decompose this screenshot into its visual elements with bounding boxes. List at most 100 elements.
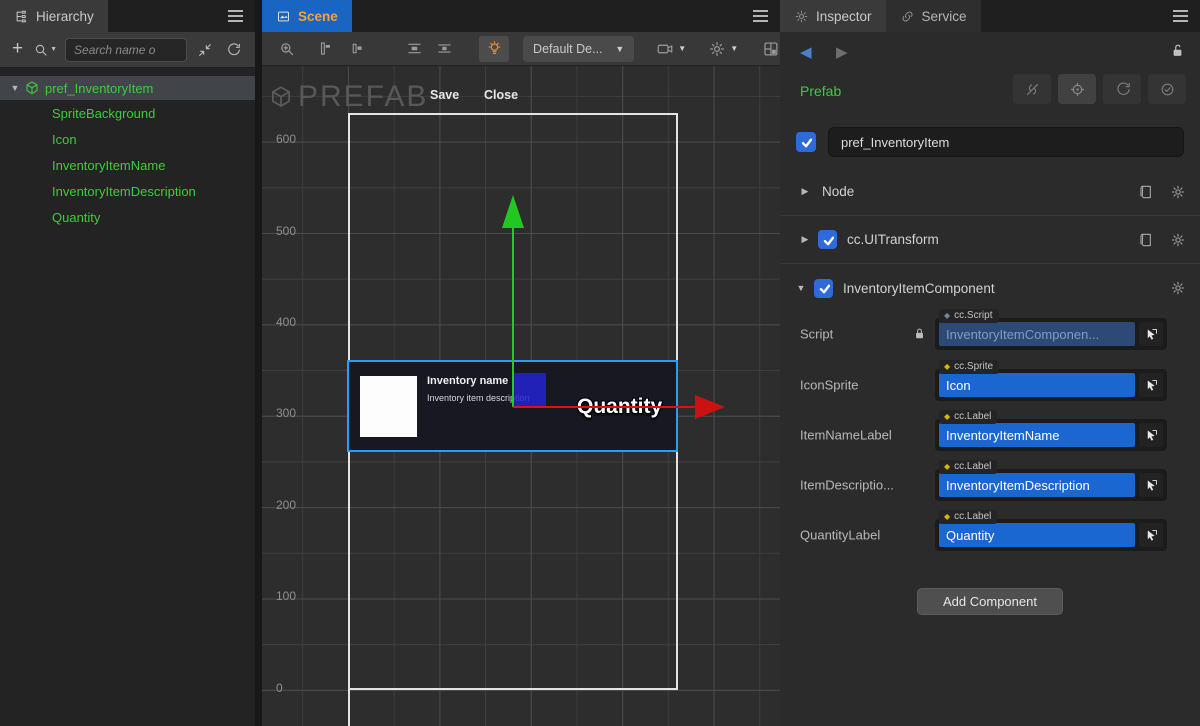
tree-node-child[interactable]: SpriteBackground [0,100,255,126]
gear-icon[interactable] [1170,280,1186,296]
property-label: IconSprite [800,378,859,393]
camera-caret-icon: ▼ [678,44,686,53]
search-filter-button[interactable]: ▼ [33,42,57,58]
check-icon [818,282,830,294]
layout-grid-icon[interactable] [762,40,780,58]
property-label: QuantityLabel [800,528,880,543]
node-name-input[interactable] [828,127,1184,157]
cocos-creator-window: Hierarchy + ▼ ▼ pref_InventoryItem Sprit… [0,0,1200,726]
component-name: cc.UITransform [847,232,939,247]
align-center-icon[interactable] [349,40,366,57]
lighting-toggle-button[interactable] [479,36,509,62]
inspector-menu-icon[interactable] [1173,15,1188,17]
reference-picker-button[interactable] [1139,473,1163,497]
scene-menu-icon[interactable] [753,15,768,17]
tree-node-child[interactable]: InventoryItemName [0,152,255,178]
caret-down-icon[interactable]: ▼ [8,83,22,93]
prefab-mode-label: Prefab [800,83,841,99]
type-diamond-icon: ◆ [944,462,950,471]
check-icon [800,136,813,149]
item-name-text: Inventory name [427,375,508,387]
distribute-horizontal-icon[interactable] [436,40,453,57]
gear-icon [794,9,809,24]
gizmo-y-axis[interactable] [512,228,514,407]
node-active-checkbox[interactable] [796,132,816,152]
refresh-icon[interactable] [225,42,241,58]
scene-panel: Scene Default De... ▼ ▼ ▼ [262,0,780,726]
target-icon [1069,81,1086,98]
caret-right-icon[interactable]: ▶ [798,234,812,245]
caret-right-icon[interactable]: ▶ [798,186,812,197]
add-component-button[interactable]: Add Component [917,588,1063,615]
reference-value[interactable]: Icon [939,373,1135,397]
history-forward-button[interactable]: ▶ [836,43,848,61]
search-filter-caret-icon: ▼ [50,46,57,53]
gizmo-xy-plane-handle[interactable] [513,373,546,406]
component-name: Node [822,184,854,199]
scene-viewport[interactable]: 600 500 400 300 200 100 0 PREFAB Save Cl… [262,66,780,726]
scene-toolbar: Default De... ▼ ▼ ▼ [262,32,780,66]
lightbulb-icon [486,40,503,57]
reference-value[interactable]: Quantity [939,523,1135,547]
render-profile-dropdown[interactable]: Default De... ▼ [523,36,634,62]
hierarchy-menu-icon[interactable] [228,15,243,17]
zoom-in-icon[interactable] [278,40,296,58]
prefab-apply-button[interactable] [1148,74,1186,104]
prefab-unlink-button[interactable] [1013,74,1051,104]
unlock-icon[interactable] [1169,42,1186,59]
tree-node-child[interactable]: Quantity [0,204,255,230]
reference-picker-button[interactable] [1139,322,1163,346]
reference-picker-button[interactable] [1139,423,1163,447]
gizmo-y-arrow-icon[interactable] [502,195,524,228]
create-node-button[interactable]: + [12,38,23,60]
gear-icon[interactable] [1170,184,1186,200]
tree-node-root[interactable]: ▼ pref_InventoryItem [0,76,255,100]
tree-node-label: SpriteBackground [52,106,155,121]
gear-icon[interactable] [1170,232,1186,248]
ruler-label: 600 [276,132,296,146]
camera-settings-dropdown[interactable]: ▼ [656,40,686,58]
component-enabled-checkbox[interactable] [818,230,837,249]
docs-book-icon[interactable] [1138,232,1154,248]
distribute-vertical-icon[interactable] [406,40,423,57]
gizmo-settings-dropdown[interactable]: ▼ [708,40,738,58]
align-left-icon[interactable] [318,40,335,57]
component-enabled-checkbox[interactable] [814,279,833,298]
prefab-save-button[interactable]: Save [430,88,459,102]
panel-splitter[interactable] [255,0,262,726]
tab-scene[interactable]: Scene [262,0,352,32]
prefab-actions [1013,74,1186,104]
prefab-locate-button[interactable] [1058,74,1096,104]
hierarchy-search-input[interactable] [65,38,187,62]
component-header-inventoryitemcomponent[interactable]: ▼ InventoryItemComponent [780,264,1200,312]
tree-node-child[interactable]: Icon [0,126,255,152]
tab-service[interactable]: Service [886,0,981,32]
ruler-label: 100 [276,589,296,603]
reference-picker-button[interactable] [1139,523,1163,547]
reference-value[interactable]: InventoryItemComponen... [939,322,1135,346]
cursor-picker-icon [1144,327,1159,342]
history-back-button[interactable]: ◀ [800,43,812,61]
prefab-restore-button[interactable] [1103,74,1141,104]
component-header-uitransform[interactable]: ▶ cc.UITransform [780,216,1200,264]
tree-node-child[interactable]: InventoryItemDescription [0,178,255,204]
caret-down-icon[interactable]: ▼ [794,283,808,293]
reference-type-label: cc.Label [954,411,991,422]
tab-hierarchy[interactable]: Hierarchy [0,0,108,32]
tab-inspector[interactable]: Inspector [780,0,886,32]
render-profile-value: Default De... [533,42,605,56]
docs-book-icon[interactable] [1138,184,1154,200]
gizmo-x-arrow-icon[interactable] [695,395,725,419]
ruler-label: 500 [276,224,296,238]
ruler-label: 200 [276,498,296,512]
reference-value[interactable]: InventoryItemDescription [939,473,1135,497]
collapse-all-icon[interactable] [197,42,213,58]
inspector-panel: Inspector Service ◀ ▶ Prefab [780,0,1200,726]
reference-value[interactable]: InventoryItemName [939,423,1135,447]
component-header-node[interactable]: ▶ Node [780,168,1200,216]
gizmo-x-axis[interactable] [513,406,696,408]
reference-picker-button[interactable] [1139,373,1163,397]
prefab-close-button[interactable]: Close [484,88,518,102]
search-icon [33,42,49,58]
check-icon [822,234,834,246]
